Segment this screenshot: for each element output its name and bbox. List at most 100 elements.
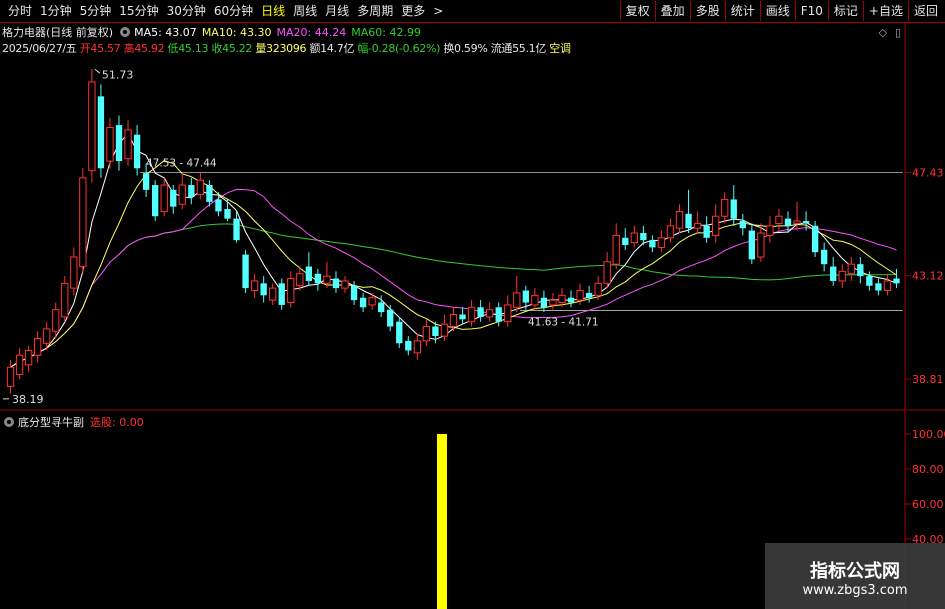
candle[interactable] (250, 273, 259, 298)
candle[interactable] (775, 209, 783, 231)
gear-icon[interactable] (120, 27, 131, 37)
candle[interactable] (115, 115, 123, 171)
candle[interactable] (685, 189, 692, 233)
candle[interactable] (405, 336, 412, 356)
candle[interactable] (196, 173, 205, 200)
quote-close: 收45.22 (211, 42, 253, 55)
candle[interactable] (847, 256, 855, 281)
candle[interactable] (242, 249, 249, 293)
panel-icons: ◇ ▯ (878, 26, 901, 39)
candle[interactable] (133, 125, 141, 176)
watermark-title: 指标公式网 (810, 561, 900, 582)
candle[interactable] (24, 345, 33, 373)
candle-body (70, 256, 78, 289)
candle[interactable] (79, 168, 87, 274)
candle[interactable] (485, 302, 494, 322)
candle-body (675, 210, 684, 229)
candle[interactable] (15, 348, 24, 380)
candle[interactable] (830, 256, 837, 286)
candle[interactable] (838, 264, 846, 289)
candle-body (413, 340, 422, 354)
candle[interactable] (61, 276, 69, 322)
candle[interactable] (387, 304, 394, 332)
candle[interactable] (178, 173, 186, 210)
quote-open: 开45.57 (79, 42, 121, 55)
candle[interactable] (224, 199, 231, 222)
diamond-icon[interactable]: ◇ (878, 26, 886, 39)
candle[interactable] (6, 360, 15, 394)
candle[interactable] (477, 300, 484, 322)
candle[interactable] (531, 288, 539, 310)
indicator-gear-icon[interactable] (4, 417, 14, 427)
candle-body (260, 283, 267, 296)
candle[interactable] (883, 273, 892, 296)
candle[interactable] (693, 211, 702, 233)
candle[interactable] (396, 316, 403, 349)
candle[interactable] (188, 177, 195, 205)
candle-body (440, 323, 449, 337)
candle[interactable] (97, 84, 105, 178)
candle[interactable] (152, 180, 159, 222)
panel-icon[interactable]: ▯ (895, 26, 901, 39)
candle[interactable] (567, 290, 575, 308)
candle[interactable] (33, 331, 42, 363)
candle[interactable] (857, 256, 864, 284)
candle[interactable] (332, 271, 340, 293)
candle[interactable] (70, 247, 78, 296)
candle[interactable] (649, 235, 656, 253)
candle[interactable] (459, 307, 466, 325)
indicator-name[interactable]: 底分型寻牛副 (18, 414, 84, 430)
signal-bar[interactable] (437, 434, 447, 609)
candle[interactable] (269, 283, 277, 305)
candle[interactable] (893, 268, 900, 289)
candle-body (43, 328, 51, 344)
quote-turnover: 换0.59% (443, 42, 488, 55)
candle[interactable] (675, 204, 684, 233)
candle[interactable] (739, 213, 746, 236)
candle[interactable] (422, 319, 431, 346)
candle[interactable] (413, 333, 422, 361)
candle[interactable] (359, 292, 367, 313)
candle[interactable] (160, 177, 168, 217)
candle-body (703, 225, 710, 238)
ma-legend: 格力电器(日线 前复权) MA5: 43.07 MA10: 43.30 MA20… (2, 24, 426, 40)
candle[interactable] (603, 252, 611, 289)
candle[interactable] (124, 120, 132, 166)
candle[interactable] (504, 295, 512, 327)
candle[interactable] (657, 230, 666, 253)
candle[interactable] (766, 216, 774, 243)
candle[interactable] (513, 276, 521, 313)
candle[interactable] (540, 290, 548, 313)
candle[interactable] (721, 192, 729, 224)
candle-body (847, 263, 855, 275)
candle[interactable] (549, 292, 557, 310)
candle[interactable] (811, 221, 819, 257)
candle[interactable] (467, 300, 476, 327)
candle[interactable] (622, 228, 629, 250)
candle[interactable] (748, 223, 755, 265)
candle[interactable] (278, 278, 285, 310)
candle[interactable] (666, 218, 675, 243)
candle[interactable] (106, 117, 114, 169)
candle-body (467, 306, 476, 323)
candle[interactable] (875, 278, 882, 296)
candle[interactable] (712, 204, 720, 243)
quote-high: 高45.92 (123, 42, 165, 55)
candle[interactable] (612, 223, 620, 269)
kline-chart[interactable]: 47.43 43.12 38.81 51.73 38.19 47.53 - 47.44 4… (0, 0, 945, 609)
candle-body (170, 189, 177, 207)
candle[interactable] (630, 225, 638, 248)
candle[interactable] (287, 271, 295, 308)
candle-body (576, 290, 584, 301)
candle[interactable] (820, 242, 828, 272)
candle[interactable] (703, 216, 710, 243)
candle[interactable] (260, 276, 267, 303)
candle[interactable] (305, 252, 313, 286)
candle-body (730, 199, 737, 219)
candle-body (188, 185, 195, 198)
candle[interactable] (341, 276, 349, 293)
candle-body (748, 230, 755, 260)
candle[interactable] (88, 69, 96, 183)
candle-body (152, 185, 159, 217)
candle[interactable] (314, 268, 322, 291)
